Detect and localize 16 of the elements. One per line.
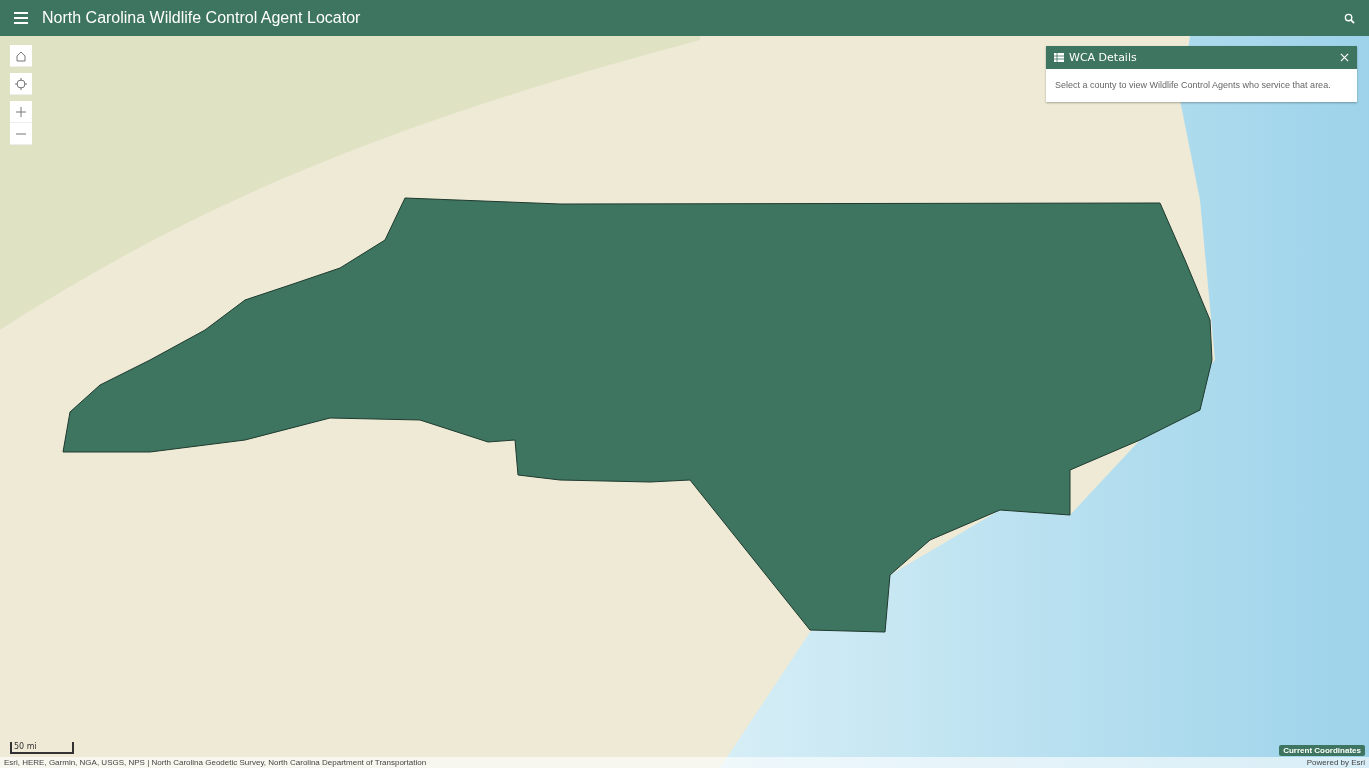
attribution-text: Esri, HERE, Garmin, NGA, USGS, NPS | North Carolina Geodetic Survey, North Carolina Department of Transportation [4, 758, 427, 767]
home-icon [15, 49, 27, 62]
locate-button[interactable] [10, 73, 32, 95]
powered-by-text: Powered by Esri [1306, 758, 1365, 767]
panel-title: WCA Details [1069, 51, 1138, 64]
table-icon [1054, 53, 1064, 62]
coordinates-button[interactable]: Current Coordinates [1279, 745, 1365, 756]
panel-message: Select a county to view Wildlife Control Agents who service that area. [1054, 79, 1332, 92]
app-title: North Carolina Wildlife Control Agent Locator [42, 9, 362, 27]
crosshair-icon [15, 77, 27, 90]
plus-icon [15, 105, 27, 118]
search-icon[interactable] [1344, 12, 1355, 24]
menu-icon[interactable] [14, 12, 28, 24]
scale-bar: 50 mi [10, 742, 74, 754]
close-icon[interactable] [1340, 53, 1349, 62]
map-drawing[interactable] [0, 36, 1369, 768]
